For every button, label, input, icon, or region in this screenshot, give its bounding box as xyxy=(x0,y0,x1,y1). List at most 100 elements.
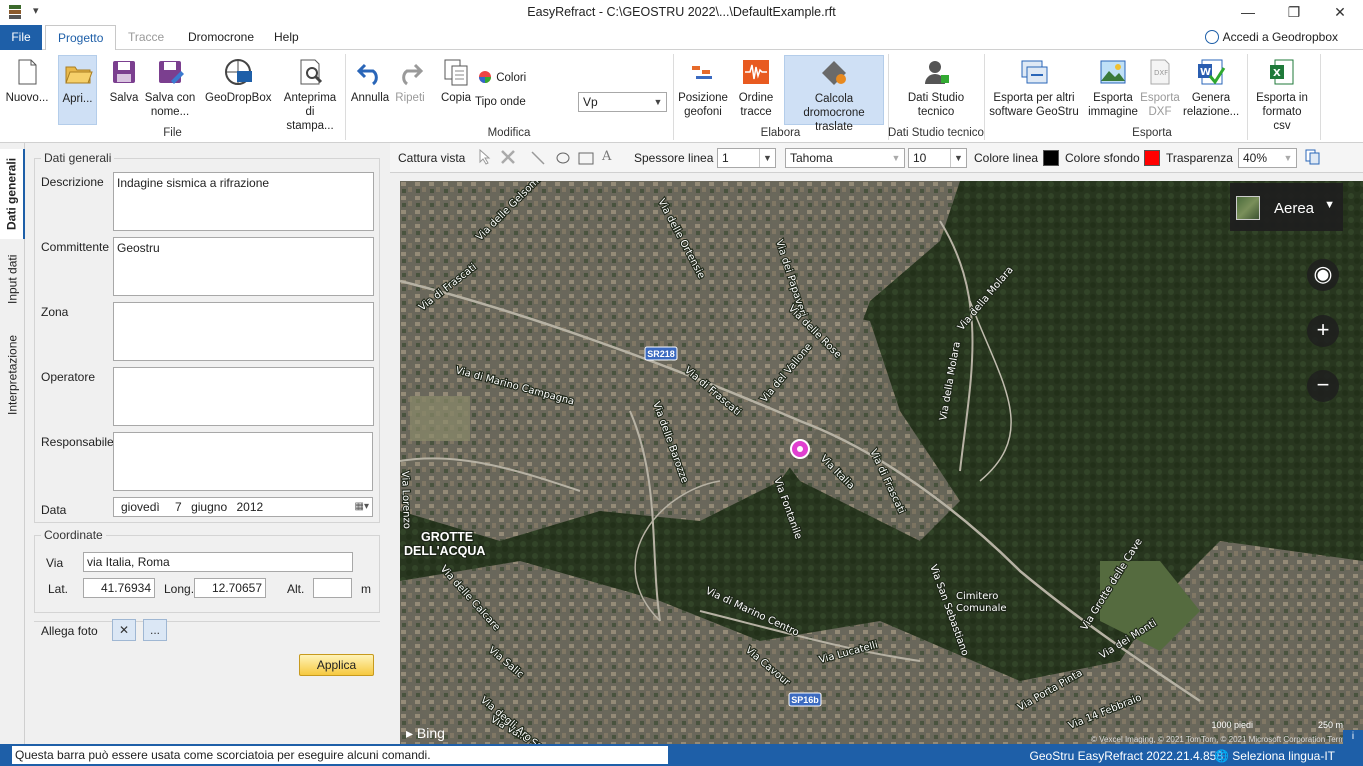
language-selector[interactable]: 🌐 Seleziona lingua-IT xyxy=(1214,749,1335,763)
street-input[interactable]: via Italia, Roma xyxy=(83,552,353,572)
wave-type-select[interactable]: Vp ▼ xyxy=(578,92,667,112)
manager-field[interactable] xyxy=(113,432,373,491)
capture-view-button[interactable]: Cattura vista xyxy=(398,151,465,165)
zoom-out-button[interactable]: − xyxy=(1307,370,1339,402)
export-image-button[interactable]: Esporta immagine xyxy=(1088,55,1138,119)
lat-input[interactable]: 41.76934 xyxy=(83,578,155,598)
geophone-icon xyxy=(688,57,718,87)
trace-order-icon xyxy=(741,57,771,87)
colors-button[interactable]: Colori xyxy=(477,70,527,85)
close-button[interactable]: ✕ xyxy=(1317,0,1363,25)
info-icon[interactable]: i xyxy=(1343,730,1363,744)
font-select[interactable]: Tahoma ▼ xyxy=(785,148,905,168)
vtab-input-dati[interactable]: Input dati xyxy=(0,247,25,311)
vtab-dati-generali[interactable]: Dati generali xyxy=(0,149,25,239)
tab-dromocrone[interactable]: Dromocrone xyxy=(176,25,266,50)
alt-input[interactable] xyxy=(313,578,352,598)
description-label: Descrizione xyxy=(41,175,104,189)
login-link[interactable]: Accedi a Geodropbox xyxy=(1204,30,1338,44)
chevron-down-icon: ▼ xyxy=(653,97,663,107)
coordinates-legend: Coordinate xyxy=(41,528,106,542)
zoom-out-icon: − xyxy=(1316,372,1330,397)
coordinates-group: Coordinate xyxy=(34,528,380,613)
map-style-selector[interactable]: Aerea ▼ xyxy=(1230,183,1343,231)
group-file-label: File xyxy=(163,127,182,139)
geophone-position-button[interactable]: Posizione geofoni xyxy=(677,55,729,119)
operator-field[interactable] xyxy=(113,367,374,426)
map-toolbar: Cattura vista A Spessore linea 1 ▼ Tahoma… xyxy=(390,143,1363,173)
delete-icon[interactable] xyxy=(500,149,516,168)
road-label: Via Lorenzo xyxy=(400,471,412,529)
print-preview-button[interactable]: Anteprima di stampa... xyxy=(281,55,339,133)
transparency-select[interactable]: 40% ▼ xyxy=(1238,148,1297,168)
zoom-in-button[interactable]: + xyxy=(1307,315,1339,347)
tab-tracce[interactable]: Tracce xyxy=(116,25,176,50)
trace-order-button[interactable]: Ordine tracce xyxy=(735,55,777,119)
command-bar[interactable]: Questa barra può essere usata come scorc… xyxy=(12,746,668,764)
new-button[interactable]: Nuovo... xyxy=(4,55,50,105)
zone-field[interactable] xyxy=(113,302,374,361)
line-width-select[interactable]: 1 ▼ xyxy=(717,148,776,168)
text-icon[interactable]: A xyxy=(602,149,611,164)
divider xyxy=(34,621,380,622)
geodropbox-button[interactable]: GeoDropBox xyxy=(205,55,271,105)
scale-feet: 1000 piedi xyxy=(1211,720,1253,730)
font-size-select[interactable]: 10 ▼ xyxy=(908,148,967,168)
export-image-icon xyxy=(1098,57,1128,87)
aerial-thumbnail xyxy=(1236,196,1260,220)
place-label-dell-acqua: DELL'ACQUA xyxy=(404,544,485,558)
copy-button[interactable]: Copia xyxy=(440,55,472,105)
manager-label: Responsabile xyxy=(41,435,114,449)
background-color-swatch[interactable] xyxy=(1144,150,1160,166)
redo-button[interactable]: Ripeti xyxy=(392,55,428,105)
save-as-button[interactable]: Salva con nome... xyxy=(144,55,196,119)
save-button[interactable]: Salva xyxy=(106,55,142,105)
technical-office-label: Dati Studio tecnico xyxy=(907,92,965,118)
print-preview-icon xyxy=(295,57,325,87)
alt-label: Alt. xyxy=(287,582,305,596)
line-icon[interactable] xyxy=(530,150,546,169)
save-label: Salva xyxy=(109,92,139,104)
color-palette-icon xyxy=(479,71,491,83)
maximize-button[interactable]: ❐ xyxy=(1271,0,1317,25)
locate-button[interactable]: ◉ xyxy=(1307,259,1339,291)
calc-dromochrone-button[interactable]: Calcola dromocrone traslate xyxy=(784,55,884,133)
aerial-map[interactable]: SR218 SP16b GROTTE DELL'ACQUA Cimitero C… xyxy=(400,181,1363,744)
calendar-icon[interactable]: ▦▾ xyxy=(355,498,369,516)
vtab-interpretazione[interactable]: Interpretazione xyxy=(0,327,25,423)
print-preview-label: Anteprima di stampa... xyxy=(283,92,337,132)
line-color-swatch[interactable] xyxy=(1043,150,1059,166)
general-data-legend: Dati generali xyxy=(41,151,115,165)
long-input[interactable]: 12.70657 xyxy=(194,578,266,598)
geodropbox-icon xyxy=(223,57,253,87)
export-dxf-button[interactable]: DXF Esporta DXF xyxy=(1139,55,1181,119)
export-image-label: Esporta immagine xyxy=(1088,92,1138,118)
tab-file[interactable]: File xyxy=(0,25,42,50)
clear-photo-icon: ✕ xyxy=(118,623,130,637)
undo-label: Annulla xyxy=(350,92,390,104)
apply-button[interactable]: Applica xyxy=(299,654,374,676)
export-csv-button[interactable]: X Esporta in formato csv xyxy=(1253,55,1311,133)
pointer-icon[interactable] xyxy=(478,148,492,168)
minimize-button[interactable]: — xyxy=(1225,0,1271,25)
date-picker[interactable]: giovedì 7 giugno 2012 ▦▾ xyxy=(113,497,373,517)
street-label: Via xyxy=(46,556,64,570)
tab-help[interactable]: Help xyxy=(262,25,311,50)
tab-progetto[interactable]: Progetto xyxy=(45,25,117,51)
ellipse-icon[interactable] xyxy=(555,150,571,169)
undo-button[interactable]: Annulla xyxy=(350,55,390,105)
browse-photo-button[interactable]: ... xyxy=(143,619,167,641)
description-field[interactable]: Indagine sismica a rifrazione xyxy=(113,172,374,231)
export-geostru-button[interactable]: Esporta per altri software GeoStru xyxy=(988,55,1080,119)
language-label: Seleziona lingua-IT xyxy=(1232,749,1335,763)
group-elabora-label: Elabora xyxy=(760,127,801,139)
technical-office-icon xyxy=(921,57,951,87)
bing-label: Bing xyxy=(416,725,445,741)
rectangle-icon[interactable] xyxy=(578,150,594,169)
generate-report-button[interactable]: W Genera relazione... xyxy=(1183,55,1239,119)
technical-office-button[interactable]: Dati Studio tecnico xyxy=(903,55,969,119)
client-field[interactable]: Geostru xyxy=(113,237,374,296)
open-button[interactable]: Apri... xyxy=(58,55,97,125)
copy-map-icon[interactable] xyxy=(1305,149,1321,168)
clear-photo-button[interactable]: ✕ xyxy=(112,619,136,641)
